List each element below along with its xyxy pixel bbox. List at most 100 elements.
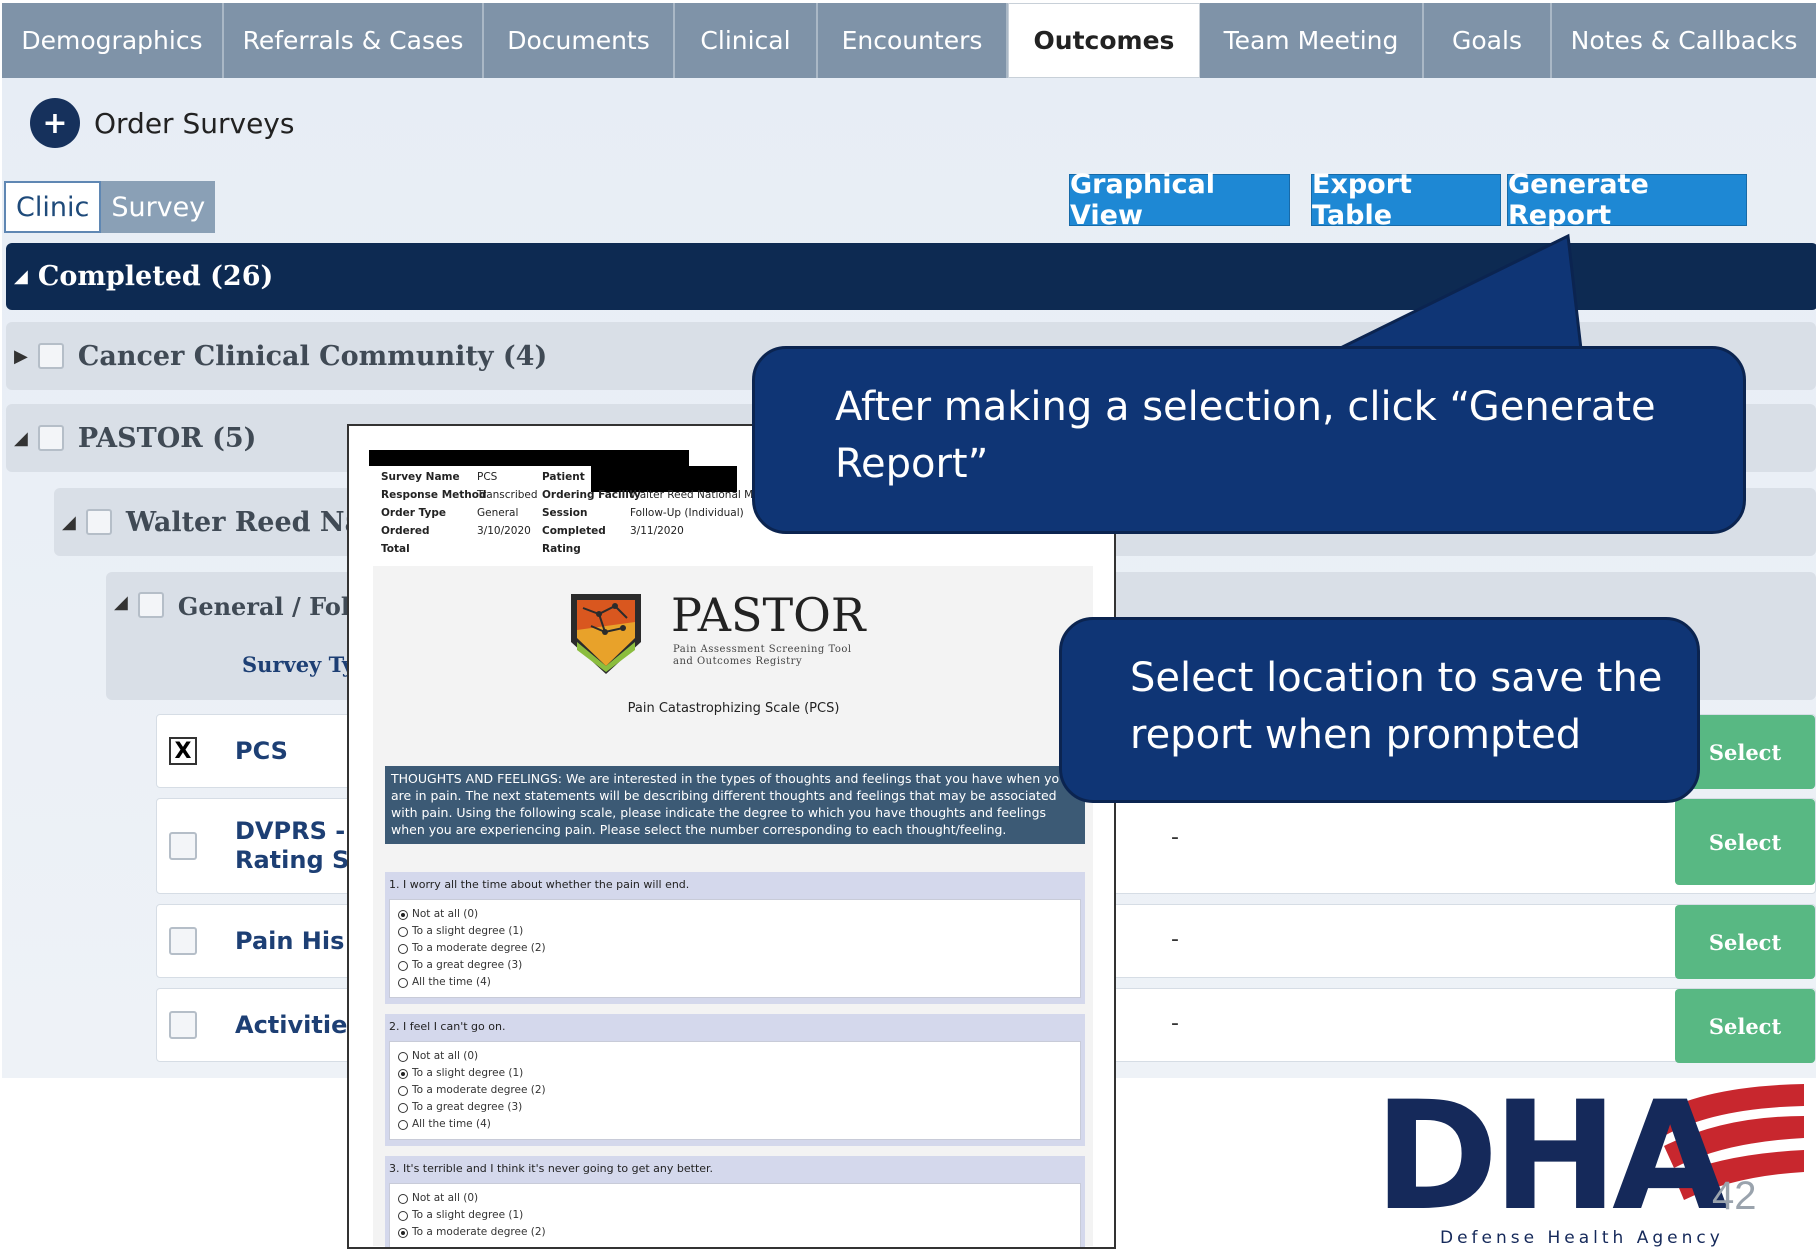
callout-generate-report: After making a selection, click “Generat… [752, 346, 1746, 534]
answer-option[interactable]: Not at all (0) [398, 1190, 1072, 1207]
callout-save-location: Select location to save the report when … [1059, 617, 1700, 803]
row-checkbox[interactable] [169, 1011, 197, 1039]
answer-option[interactable]: To a moderate degree (2) [398, 1082, 1072, 1099]
expand-triangle-icon[interactable]: ◢ [114, 592, 128, 613]
report-meta-labels-left: Survey Name Response Method Order Type O… [381, 471, 487, 555]
radio-icon[interactable] [398, 1119, 408, 1130]
radio-selected-icon[interactable] [398, 909, 408, 920]
question-text: 1. I worry all the time about whether th… [389, 878, 690, 891]
answer-option[interactable]: To a slight degree (1) [398, 923, 1072, 940]
expand-triangle-icon[interactable]: ◢ [62, 512, 76, 533]
dha-logo-text: DHA [1374, 1070, 1728, 1244]
radio-icon[interactable] [398, 977, 408, 988]
answer-option[interactable]: To a slight degree (1) [398, 1065, 1072, 1082]
tab-goals[interactable]: Goals [1424, 3, 1552, 78]
expand-triangle-icon[interactable]: ◢ [14, 428, 28, 449]
tab-referrals-cases[interactable]: Referrals & Cases [224, 3, 484, 78]
radio-icon[interactable] [398, 1193, 408, 1204]
radio-icon[interactable] [398, 1102, 408, 1113]
radio-selected-icon[interactable] [398, 1227, 408, 1238]
answer-option[interactable]: To a great degree (3) [398, 957, 1072, 974]
question-text: 3. It's terrible and I think it's never … [389, 1162, 714, 1175]
question-text: 2. I feel I can't go on. [389, 1020, 506, 1033]
question-block: 1. I worry all the time about whether th… [385, 872, 1085, 1004]
row-value: - [1171, 927, 1179, 952]
generate-report-button[interactable]: Generate Report [1507, 169, 1747, 231]
group-label: Walter Reed Nati [125, 506, 385, 538]
tab-documents[interactable]: Documents [484, 3, 675, 78]
survey-name-line1: DVPRS - [235, 817, 346, 845]
answer-option[interactable]: Not at all (0) [398, 906, 1072, 923]
group-checkbox[interactable] [37, 425, 64, 451]
view-toggle: Clinic Survey [4, 181, 216, 233]
answer-options: Not at all (0) To a slight degree (1) To… [389, 1041, 1081, 1140]
survey-name: Pain His [235, 927, 345, 955]
radio-selected-icon[interactable] [398, 1068, 408, 1079]
group-label: General / Follo [177, 592, 376, 621]
order-surveys-label: Order Surveys [94, 106, 295, 140]
answer-options: Not at all (0) To a slight degree (1) To… [389, 899, 1081, 998]
select-button[interactable]: Select [1675, 905, 1815, 979]
answer-option[interactable]: To a moderate degree (2) [398, 940, 1072, 957]
dha-logo: DHA Defense Health Agency [1374, 1076, 1810, 1249]
radio-icon[interactable] [398, 1051, 408, 1062]
expand-triangle-icon[interactable]: ◢ [14, 266, 28, 287]
select-button[interactable]: Select [1675, 989, 1815, 1063]
answer-option[interactable]: To a great degree (3) [398, 1099, 1072, 1116]
scale-title: Pain Catastrophizing Scale (PCS) [627, 701, 840, 716]
question-block: 2. I feel I can't go on. Not at all (0) … [385, 1014, 1085, 1146]
radio-icon[interactable] [398, 926, 408, 937]
radio-icon[interactable] [398, 943, 408, 954]
report-meta-labels-right: Patient Ordering Facility Session Comple… [542, 471, 641, 555]
order-surveys[interactable]: + Order Surveys [30, 98, 294, 148]
select-button[interactable]: Select [1675, 799, 1815, 885]
tab-outcomes[interactable]: Outcomes [1008, 3, 1200, 78]
pastor-shield-icon [569, 592, 643, 680]
pastor-logo-subtitle: Pain Assessment Screening Tool and Outco… [673, 644, 852, 667]
radio-icon[interactable] [398, 1210, 408, 1221]
answer-option[interactable]: To a moderate degree (2) [398, 1224, 1072, 1241]
toggle-clinic[interactable]: Clinic [4, 181, 102, 233]
report-meta-values-left: PCS Transcribed General 3/10/2020 [477, 471, 538, 537]
row-value: - [1171, 1011, 1179, 1036]
completed-label: Completed (26) [37, 261, 274, 292]
answer-option[interactable]: To a slight degree (1) [398, 1207, 1072, 1224]
group-checkbox[interactable] [37, 343, 64, 369]
survey-name: Activitie [235, 1011, 348, 1039]
collapsed-triangle-icon[interactable]: ▶ [14, 346, 28, 367]
group-checkbox[interactable] [137, 592, 164, 618]
group-label: PASTOR (5) [77, 422, 257, 454]
toggle-survey[interactable]: Survey [101, 181, 216, 233]
tab-team-meeting[interactable]: Team Meeting [1200, 3, 1424, 78]
survey-name: PCS [235, 737, 288, 765]
redaction-bar [369, 450, 689, 466]
tab-demographics[interactable]: Demographics [2, 3, 224, 78]
report-preview: Survey Name Response Method Order Type O… [347, 424, 1116, 1249]
question-block: 3. It's terrible and I think it's never … [385, 1156, 1085, 1247]
plus-icon[interactable]: + [30, 98, 80, 148]
pastor-logo-title: PASTOR [671, 588, 866, 642]
callout-pointer [1320, 233, 1584, 360]
survey-name: DVPRS - Rating S [235, 817, 349, 875]
instructions-box: THOUGHTS AND FEELINGS: We are interested… [385, 766, 1085, 844]
graphical-view-button[interactable]: Graphical View [1069, 169, 1290, 231]
main-tab-bar: Demographics Referrals & Cases Documents… [2, 3, 1816, 78]
row-checkbox[interactable] [169, 832, 197, 860]
answer-option[interactable]: All the time (4) [398, 974, 1072, 991]
radio-icon[interactable] [398, 960, 408, 971]
report-meta-values-right: Walter Reed National Mil Follow-Up (Indi… [630, 489, 760, 537]
row-checkbox[interactable] [169, 927, 197, 955]
tab-encounters[interactable]: Encounters [818, 3, 1008, 78]
survey-name-line2: Rating S [235, 846, 350, 874]
group-checkbox[interactable] [85, 509, 112, 535]
tab-notes-callbacks[interactable]: Notes & Callbacks [1552, 3, 1816, 78]
answer-options: Not at all (0) To a slight degree (1) To… [389, 1183, 1081, 1247]
dha-logo-subtitle: Defense Health Agency [1440, 1228, 1724, 1248]
export-table-button[interactable]: Export Table [1311, 169, 1501, 231]
group-label: Cancer Clinical Community (4) [77, 340, 548, 372]
tab-clinical[interactable]: Clinical [675, 3, 818, 78]
radio-icon[interactable] [398, 1085, 408, 1096]
row-checkbox-checked[interactable]: X [169, 737, 197, 765]
answer-option[interactable]: Not at all (0) [398, 1048, 1072, 1065]
answer-option[interactable]: All the time (4) [398, 1116, 1072, 1133]
